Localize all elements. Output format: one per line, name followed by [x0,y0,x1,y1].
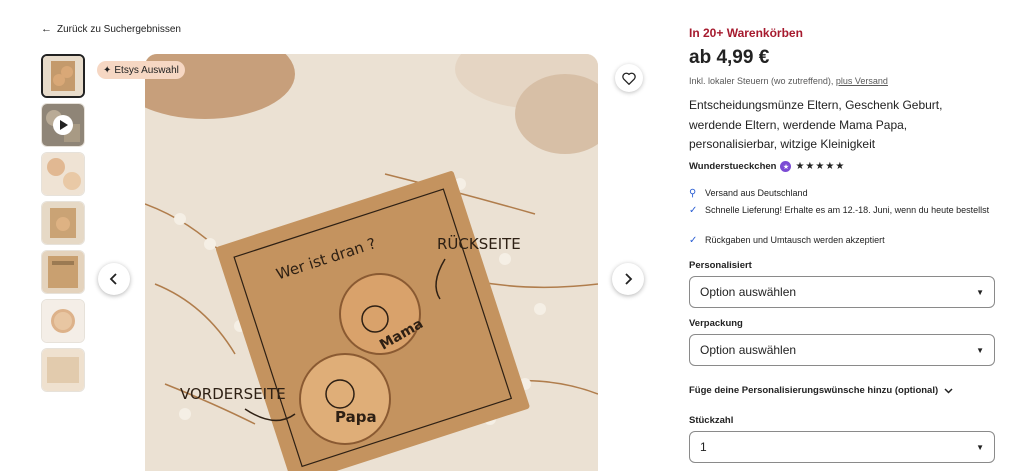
arrow-left-icon: ← [41,23,52,35]
checkmark-icon: ✓ [689,235,698,246]
front-side-label: VORDERSEITE [180,385,286,403]
location-pin-icon: ⚲ [689,188,697,199]
caret-down-icon: ▼ [976,287,984,297]
sparkle-icon: ✦ [103,64,112,76]
thumbnail-video[interactable] [41,103,85,147]
star-seller-icon: ★ [780,161,792,172]
etsy-pick-badge: ✦ Etsys Auswahl [97,61,185,79]
thumbnail-image [42,349,84,391]
checkmark-icon: ✓ [689,205,698,216]
play-icon [53,115,73,135]
select-value: Option auswählen [700,343,797,357]
thumbnail-7[interactable] [41,348,85,392]
product-photo: Wer ist dran ? Mama Papa RÜCKSEITE VORDE… [145,54,598,471]
thumbnail-6[interactable] [41,299,85,343]
previous-image-button[interactable] [98,263,130,295]
thumbnail-image [42,300,84,342]
shipping-link[interactable]: plus Versand [836,76,888,86]
thumbnail-image [43,56,83,96]
thumbnail-strip [41,54,85,397]
rating-stars: ★★★★★ [795,161,846,172]
select-value: Option auswählen [700,285,797,299]
perk-fast-delivery: ✓ Schnelle Lieferung! Erhalte es am 12.-… [689,204,999,217]
personalization-toggle-label: Füge deine Personalisierungswünsche hinz… [689,385,939,396]
caret-down-icon: ▼ [976,345,984,355]
chevron-down-icon [944,387,953,394]
perk-text: Rückgaben und Umtausch werden akzeptiert [705,235,885,245]
tax-note: Inkl. lokaler Steuern (wo zutreffend), p… [689,76,888,86]
perk-shipping-origin: ⚲ Versand aus Deutschland [689,187,999,200]
back-link-label: Zurück zu Suchergebnissen [57,23,181,35]
badge-label: Etsys Auswahl [114,64,179,76]
cart-count-note: In 20+ Warenkörben [689,26,803,40]
thumbnail-5[interactable] [41,250,85,294]
thumbnail-image [42,202,84,244]
quantity-label: Stückzahl [689,415,734,426]
main-product-image[interactable]: Wer ist dran ? Mama Papa RÜCKSEITE VORDE… [145,54,598,471]
thumbnail-4[interactable] [41,201,85,245]
tax-note-text: Inkl. lokaler Steuern (wo zutreffend), [689,76,836,86]
caret-down-icon: ▼ [976,442,984,452]
perk-text: Schnelle Lieferung! Erhalte es am 12.-18… [705,205,990,215]
shop-info: Wunderstueckchen ★ ★★★★★ [689,161,845,172]
heart-icon [622,72,636,85]
thumbnail-3[interactable] [41,152,85,196]
personalisiert-select[interactable]: Option auswählen ▼ [689,276,995,308]
favorite-button[interactable] [615,64,643,92]
select-value: 1 [700,440,707,454]
verpackung-select[interactable]: Option auswählen ▼ [689,334,995,366]
svg-text:Papa: Papa [335,408,377,426]
thumbnail-image [42,251,84,293]
quantity-select[interactable]: 1 ▼ [689,431,995,463]
personalisiert-label: Personalisiert [689,260,752,271]
shop-name-link[interactable]: Wunderstueckchen [689,161,776,172]
back-to-search-link[interactable]: ← Zurück zu Suchergebnissen [41,23,181,35]
personalization-toggle[interactable]: Füge deine Personalisierungswünsche hinz… [689,385,953,396]
verpackung-label: Verpackung [689,318,743,329]
perk-returns: ✓ Rückgaben und Umtausch werden akzeptie… [689,234,999,247]
thumbnail-1[interactable] [41,54,85,98]
perk-text: Versand aus Deutschland [705,188,808,198]
chevron-right-icon [625,273,633,285]
price: ab 4,99 € [689,47,770,68]
product-title: Entscheidungsmünze Eltern, Geschenk Gebu… [689,98,943,151]
next-image-button[interactable] [612,263,644,295]
back-side-label: RÜCKSEITE [437,234,521,253]
chevron-left-icon [109,273,117,285]
thumbnail-image [42,153,84,195]
